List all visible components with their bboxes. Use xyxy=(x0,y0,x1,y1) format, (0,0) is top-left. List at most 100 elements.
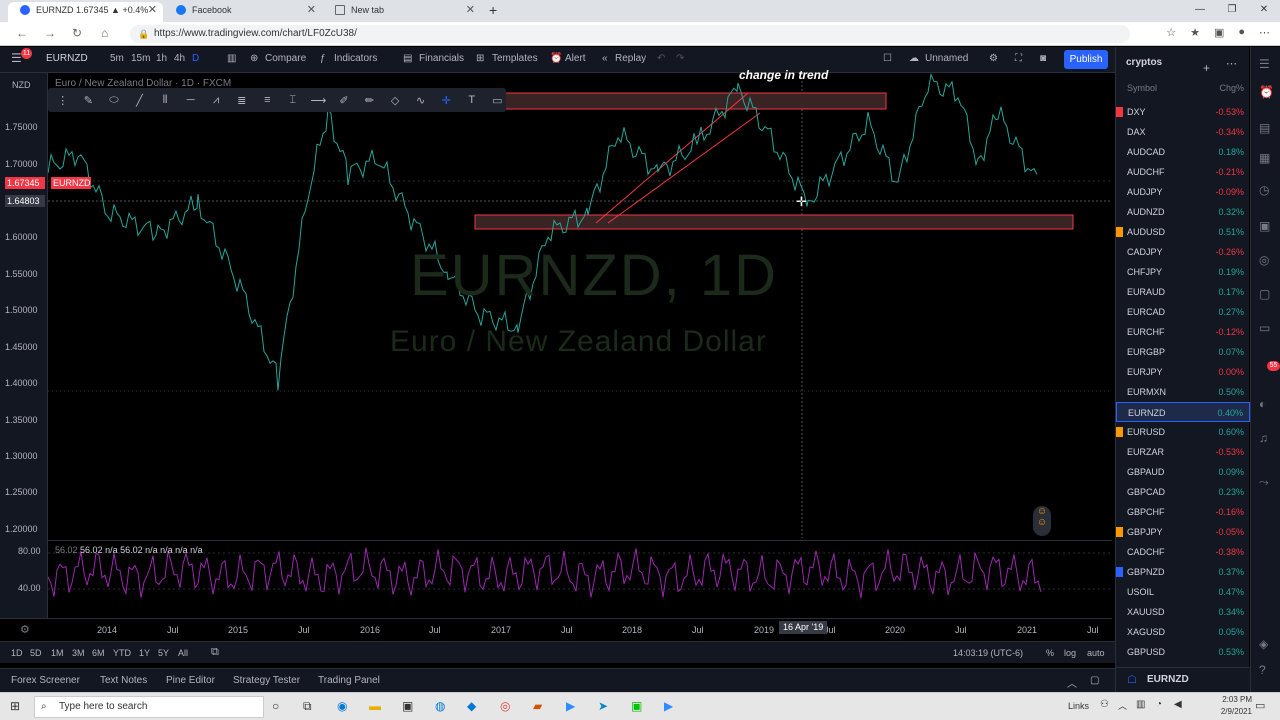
alert-button[interactable]: Alert xyxy=(565,53,586,64)
range-1y[interactable]: 1Y xyxy=(139,648,150,658)
support-zone[interactable] xyxy=(474,214,1074,230)
fullscreen-icon[interactable]: ⛶ xyxy=(1015,53,1022,64)
watchlist-row[interactable]: CHFJPY 0.19% xyxy=(1116,262,1250,282)
volume-icon[interactable]: ◀ xyxy=(1174,699,1182,710)
text-icon[interactable]: T xyxy=(463,94,481,106)
task-view-icon[interactable]: ⧉ xyxy=(303,699,312,714)
watchlist-row[interactable]: GBPJPY -0.05% xyxy=(1116,522,1250,542)
col-change[interactable]: Chg% xyxy=(1219,83,1244,93)
emoji-widget-icon[interactable]: ☺ ☺ xyxy=(1033,506,1051,536)
resistance-zone[interactable] xyxy=(504,92,887,110)
interval-1h[interactable]: 1h xyxy=(156,53,167,64)
watchlist-row[interactable]: AUDJPY -0.09% xyxy=(1116,182,1250,202)
taskbar-search-input[interactable]: ⌕ Type here to search xyxy=(34,696,264,718)
add-symbol-icon[interactable]: + xyxy=(1203,61,1210,75)
drag-handle-icon[interactable]: ⋮ xyxy=(54,94,72,107)
wifi-icon[interactable]: ◔ xyxy=(1156,699,1162,710)
financials-button[interactable]: Financials xyxy=(419,53,464,64)
go-to-date-icon[interactable]: ⧉ xyxy=(211,646,219,659)
watchlist-row[interactable]: AUDCHF -0.21% xyxy=(1116,162,1250,182)
notifications-icon[interactable]: ♫ xyxy=(1259,431,1268,445)
edge-icon[interactable]: ◉ xyxy=(337,699,347,713)
file-explorer-icon[interactable]: ▬ xyxy=(369,699,381,713)
close-icon[interactable]: ✕ xyxy=(148,2,157,18)
watchlist-row[interactable]: AUDCAD 0.18% xyxy=(1116,142,1250,162)
watchlist-row[interactable]: EURAUD 0.17% xyxy=(1116,282,1250,302)
browser-tab-new[interactable]: New tab ✕ xyxy=(323,2,481,22)
layout-name[interactable]: Unnamed xyxy=(925,53,968,64)
star-icon[interactable]: ☆ xyxy=(1166,26,1176,39)
watchlist-title[interactable]: cryptos xyxy=(1126,57,1162,68)
favorites-icon[interactable]: ★ xyxy=(1190,26,1200,39)
data-window-icon[interactable]: ▤ xyxy=(1259,121,1270,135)
chat-icon[interactable]: ▢ xyxy=(1259,287,1270,301)
range-3m[interactable]: 3M xyxy=(72,648,85,658)
close-icon[interactable]: ✕ xyxy=(466,2,475,18)
collections-icon[interactable]: ▣ xyxy=(1214,26,1224,39)
indicators-button[interactable]: Indicators xyxy=(334,53,377,64)
ideas-icon[interactable]: ◎ xyxy=(1259,253,1269,267)
calendar-icon[interactable]: ◷ xyxy=(1259,183,1269,197)
store-icon[interactable]: ▣ xyxy=(402,699,413,713)
watchlist-row[interactable]: CADJPY -0.26% xyxy=(1116,242,1250,262)
settings-gear-icon[interactable]: ⚙ xyxy=(989,53,998,64)
watchlist-row[interactable]: DXY -0.53% xyxy=(1116,102,1250,122)
restore-icon[interactable]: ❐ xyxy=(1216,0,1248,22)
indicator-pane[interactable] xyxy=(47,540,1112,618)
watchlist-row[interactable]: AUDNZD 0.32% xyxy=(1116,202,1250,222)
menu-icon[interactable]: ⋯ xyxy=(1259,26,1270,39)
watchlist-row[interactable]: GBPCAD 0.23% xyxy=(1116,482,1250,502)
tab-forex-screener[interactable]: Forex Screener xyxy=(11,675,80,686)
gann-icon[interactable]: ≡ xyxy=(259,94,277,106)
cortana-icon[interactable]: ○ xyxy=(272,699,279,713)
notification-center-icon[interactable]: ▭ xyxy=(1255,699,1265,712)
publish-button[interactable]: Publish xyxy=(1064,50,1108,69)
pencil-icon[interactable]: ✏ xyxy=(361,94,379,107)
tab-pine-editor[interactable]: Pine Editor xyxy=(166,675,215,686)
zoom-icon[interactable]: ▶ xyxy=(566,699,575,713)
price-axis[interactable]: NZD 1.75000 1.70000 1.60000 1.55000 1.50… xyxy=(0,73,48,538)
auto-toggle[interactable]: auto xyxy=(1087,648,1105,658)
tab-trading-panel[interactable]: Trading Panel xyxy=(318,675,380,686)
layout-icon[interactable]: ☐ xyxy=(883,53,892,64)
eraser-icon[interactable]: ◇ xyxy=(386,94,404,107)
watchlist-row[interactable]: XAUUSD 0.34% xyxy=(1116,602,1250,622)
watchlist-row[interactable]: XAGUSD 0.05% xyxy=(1116,622,1250,642)
app-icon[interactable]: ◍ xyxy=(435,699,445,713)
chart-annotation[interactable]: change in trend xyxy=(739,68,828,82)
range-5d[interactable]: 5D xyxy=(30,648,42,658)
crosshair-icon[interactable]: ✛ xyxy=(437,94,455,107)
watchlist-row[interactable]: GBPAUD 0.09% xyxy=(1116,462,1250,482)
interval-4h[interactable]: 4h xyxy=(174,53,185,64)
watchlist-row[interactable]: EURMXN 0.50% xyxy=(1116,382,1250,402)
undo-icon[interactable]: ↶ xyxy=(657,53,665,64)
browser-tab-tradingview[interactable]: EURNZD 1.67345 ▲ +0.4% Unn ✕ xyxy=(8,2,163,31)
watchlist-row[interactable]: EURCAD 0.27% xyxy=(1116,302,1250,322)
forward-icon[interactable]: → xyxy=(44,26,56,40)
reload-icon[interactable]: ↻ xyxy=(72,26,82,40)
hotlist-icon[interactable]: ▦ xyxy=(1259,151,1270,165)
news-icon[interactable]: ▣ xyxy=(1259,219,1270,233)
interval-15m[interactable]: 15m xyxy=(131,53,150,64)
range-1d[interactable]: 1D xyxy=(11,648,23,658)
rectangle-icon[interactable]: ▭ xyxy=(489,94,507,107)
telegram-icon[interactable]: ➤ xyxy=(598,699,608,713)
layers-icon[interactable]: ◈ xyxy=(1259,637,1268,651)
watchlist-row[interactable]: EURNZD 0.40% xyxy=(1116,402,1250,422)
network-icon[interactable]: ▥ xyxy=(1136,699,1145,710)
url-field[interactable]: 🔒 https://www.tradingview.com/chart/LF0Z… xyxy=(130,25,1130,43)
line-icon[interactable]: ╱ xyxy=(131,94,149,107)
pen-icon[interactable]: ✐ xyxy=(335,94,353,107)
watchlist-icon[interactable]: ☰ xyxy=(1259,57,1270,71)
indicator-legend[interactable]: 56.02 56.02 n/a 56.02 n/a n/a n/a n/a xyxy=(55,545,203,555)
messages-icon[interactable]: ▭ xyxy=(1259,321,1270,335)
ray-icon[interactable]: ⟶ xyxy=(310,94,328,107)
camera-icon[interactable]: ◙ xyxy=(1040,53,1046,64)
horizontal-line-icon[interactable]: ─ xyxy=(182,94,200,106)
range-6m[interactable]: 6M xyxy=(92,648,105,658)
replay-button[interactable]: Replay xyxy=(615,53,646,64)
percent-toggle[interactable]: % xyxy=(1046,648,1054,658)
chart-type-icon[interactable]: ▥ xyxy=(227,53,236,64)
watchlist-row[interactable]: USOIL 0.47% xyxy=(1116,582,1250,602)
compare-button[interactable]: Compare xyxy=(265,53,306,64)
